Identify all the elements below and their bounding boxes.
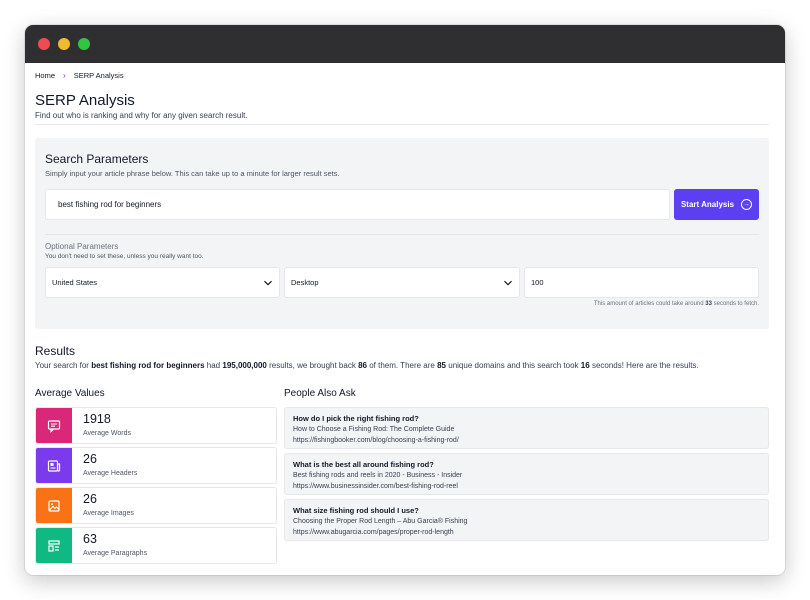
search-parameters-title: Search Parameters — [45, 152, 149, 166]
browser-window: Home › SERP Analysis SERP Analysis Find … — [25, 25, 785, 575]
maximize-window-button[interactable] — [78, 38, 90, 50]
fetch-note-seconds: 33 — [705, 301, 712, 307]
chevron-down-icon — [264, 280, 272, 286]
country-select-value: United States — [52, 278, 98, 287]
results-count-input[interactable]: 100 — [524, 267, 759, 298]
paa-url-link[interactable]: https://www.abugarcia.com/pages/proper-r… — [293, 527, 760, 538]
summary-total-results: 195,000,000 — [222, 361, 267, 370]
stat-value: 63 — [83, 532, 97, 546]
paa-page-title: Choosing the Proper Rod Length – Abu Gar… — [293, 518, 468, 525]
stat-label: Average Paragraphs — [83, 550, 148, 557]
paa-page-title: How to Choose a Fishing Rod: The Complet… — [293, 426, 455, 433]
stat-card-headers: 26 Average Headers — [35, 447, 277, 484]
stat-value: 26 — [83, 492, 97, 506]
stat-value: 26 — [83, 452, 97, 466]
page-subtitle: Find out who is ranking and why for any … — [35, 111, 248, 120]
paa-page-title: Best fishing rods and reels in 2020 - Bu… — [293, 472, 463, 479]
paa-item[interactable]: What is the best all around fishing rod?… — [284, 453, 769, 495]
page-title: SERP Analysis — [35, 92, 135, 109]
fetch-time-note: This amount of articles could take aroun… — [594, 301, 759, 307]
chevron-right-icon: › — [63, 71, 66, 80]
start-analysis-button[interactable]: Start Analysis → — [674, 189, 759, 220]
summary-returned-count: 86 — [358, 361, 367, 370]
stat-label: Average Words — [83, 430, 131, 437]
stat-card-words: 1918 Average Words — [35, 407, 277, 444]
search-parameters-subtitle: Simply input your article phrase below. … — [45, 169, 340, 178]
device-select[interactable]: Desktop — [284, 267, 520, 298]
title-bar — [25, 25, 785, 63]
newspaper-icon — [36, 448, 72, 483]
breadcrumb-home-link[interactable]: Home — [35, 71, 55, 80]
paa-url-link[interactable]: https://www.businessinsider.com/best-fis… — [293, 481, 760, 492]
breadcrumb-current: SERP Analysis — [73, 71, 124, 80]
paa-question: What size fishing rod should I use? — [293, 506, 419, 515]
paa-item[interactable]: What size fishing rod should I use? Choo… — [284, 499, 769, 541]
fetch-note-prefix: This amount of articles could take aroun… — [593, 301, 704, 307]
results-title: Results — [35, 344, 76, 358]
paa-question: What is the best all around fishing rod? — [293, 460, 434, 469]
paa-url-link[interactable]: https://fishingbooker.com/blog/choosing-… — [293, 435, 760, 446]
summary-seconds: 16 — [580, 361, 590, 370]
search-phrase-input[interactable]: best fishing rod for beginners — [45, 189, 670, 220]
summary-query: best fishing rod for beginners — [91, 361, 205, 370]
summary-text: unique domains and this search took — [448, 361, 579, 370]
stat-card-images: 26 Average Images — [35, 487, 277, 524]
search-parameters-panel: Search Parameters Simply input your arti… — [35, 138, 769, 329]
divider — [35, 124, 769, 125]
summary-text: Your search for — [35, 361, 89, 370]
average-values-title: Average Values — [35, 388, 105, 399]
fetch-note-suffix: seconds to fetch. — [713, 301, 759, 307]
device-select-value: Desktop — [291, 278, 319, 287]
country-select[interactable]: United States — [45, 267, 280, 298]
summary-text: seconds! Here are the results. — [591, 361, 699, 370]
summary-domains-count: 85 — [437, 361, 447, 370]
people-also-ask-title: People Also Ask — [284, 388, 356, 399]
stat-label: Average Images — [83, 510, 134, 517]
stat-label: Average Headers — [83, 470, 138, 477]
optional-parameters-subtitle: You don't need to set these, unless you … — [45, 253, 204, 260]
message-icon — [36, 408, 72, 443]
results-count-value: 100 — [531, 278, 544, 287]
stat-value: 1918 — [83, 412, 111, 426]
paa-item[interactable]: How do I pick the right fishing rod? How… — [284, 407, 769, 449]
summary-text: results, we brought back — [269, 361, 356, 370]
chevron-down-icon — [504, 280, 512, 286]
close-window-button[interactable] — [38, 38, 50, 50]
optional-parameters-title: Optional Parameters — [45, 242, 119, 251]
results-summary: Your search for best fishing rod for beg… — [35, 361, 699, 370]
start-analysis-label: Start Analysis — [680, 200, 735, 209]
paa-question: How do I pick the right fishing rod? — [293, 414, 419, 423]
summary-text: had — [206, 361, 221, 370]
breadcrumb: Home › SERP Analysis — [35, 71, 124, 80]
summary-text: of them. There are — [369, 361, 435, 370]
minimize-window-button[interactable] — [58, 38, 70, 50]
image-icon — [36, 488, 72, 523]
divider — [45, 234, 759, 235]
stat-card-paragraphs: 63 Average Paragraphs — [35, 527, 277, 564]
layout-icon — [36, 528, 72, 563]
arrow-right-circle-icon: → — [741, 199, 753, 210]
